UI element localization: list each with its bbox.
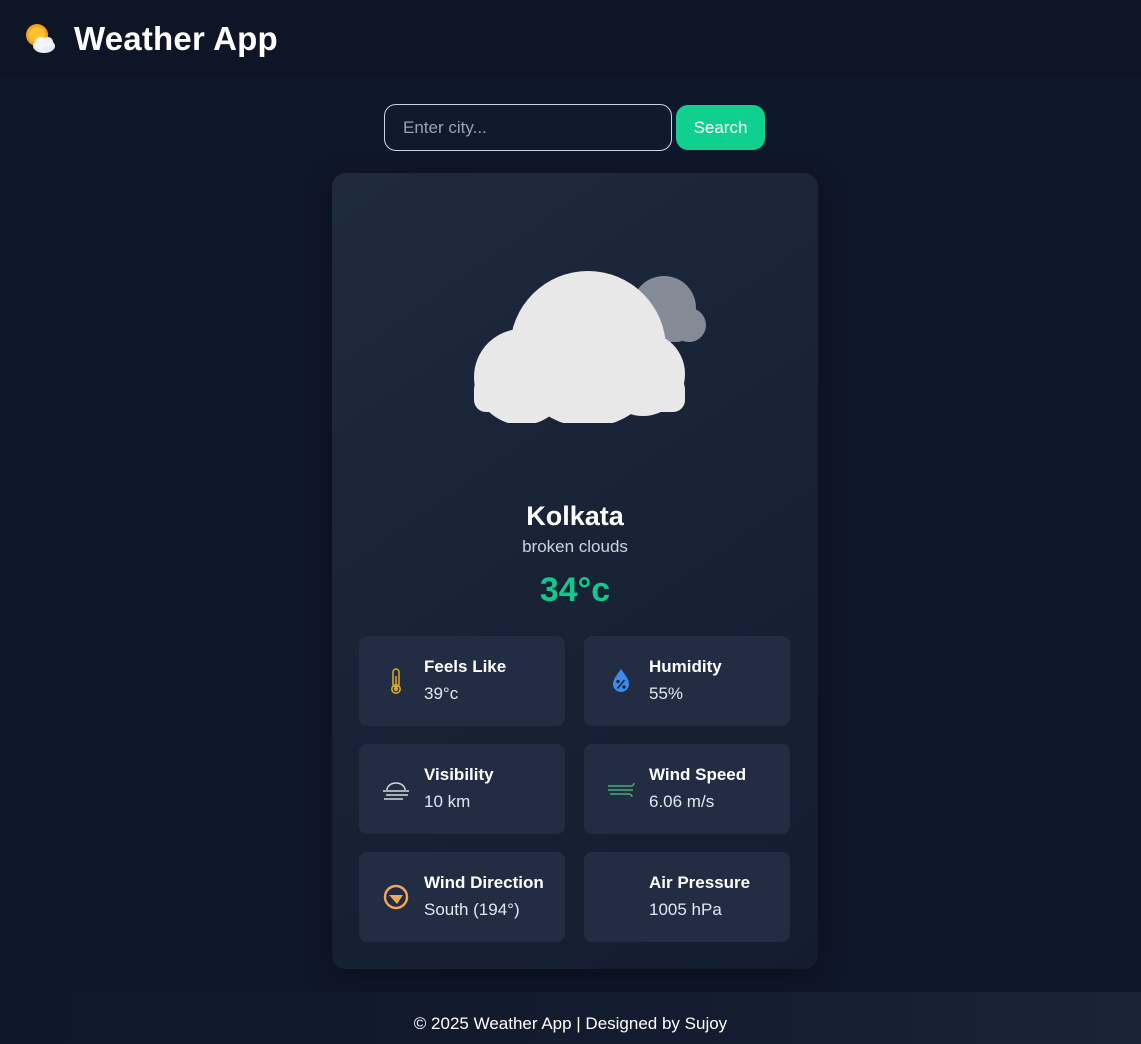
feels-like-tile: Feels Like 39°c <box>359 636 565 726</box>
air-pressure-value: 1005 hPa <box>649 900 722 919</box>
temperature-value: 34°c <box>539 571 611 609</box>
humidity-value: 55% <box>649 684 684 703</box>
city-search-input[interactable] <box>384 104 672 151</box>
weather-description: broken clouds <box>522 537 628 556</box>
humidity-tile: Humidity 55% <box>584 636 790 726</box>
air-pressure-label: Air Pressure <box>649 873 751 892</box>
footer-text: © 2025 Weather App | Designed by Sujoy <box>413 1014 728 1033</box>
broken-clouds-icon <box>474 271 706 423</box>
app-title: Weather App <box>74 20 278 57</box>
search-button[interactable]: Search <box>676 105 765 150</box>
compass-icon <box>383 884 409 910</box>
feels-like-label: Feels Like <box>424 657 507 676</box>
feels-like-value: 39°c <box>424 684 459 703</box>
wind-speed-tile: Wind Speed 6.06 m/s <box>584 744 790 834</box>
visibility-tile: Visibility 10 km <box>359 744 565 834</box>
wind-speed-value: 6.06 m/s <box>649 792 715 811</box>
humidity-label: Humidity <box>649 657 722 676</box>
city-name: Kolkata <box>526 501 624 531</box>
wind-direction-value: South (194°) <box>424 900 520 919</box>
visibility-value: 10 km <box>424 792 471 811</box>
thermometer-icon <box>391 668 401 694</box>
wind-direction-tile: Wind Direction South (194°) <box>359 852 565 942</box>
weather-card: Kolkata broken clouds 34°c Feels Like 39… <box>332 173 818 969</box>
sun-behind-cloud-icon <box>26 24 55 53</box>
visibility-label: Visibility <box>424 765 494 784</box>
search-bar: Search <box>384 104 765 151</box>
page-footer: © 2025 Weather App | Designed by Sujoy <box>0 992 1141 1044</box>
wind-icon <box>608 782 635 798</box>
fog-icon <box>383 782 409 800</box>
wind-speed-label: Wind Speed <box>649 765 747 784</box>
app-header: Weather App <box>0 0 1141 78</box>
wind-direction-label: Wind Direction <box>424 873 544 892</box>
humidity-drop-icon <box>613 669 629 692</box>
air-pressure-tile: Air Pressure 1005 hPa <box>584 852 790 942</box>
